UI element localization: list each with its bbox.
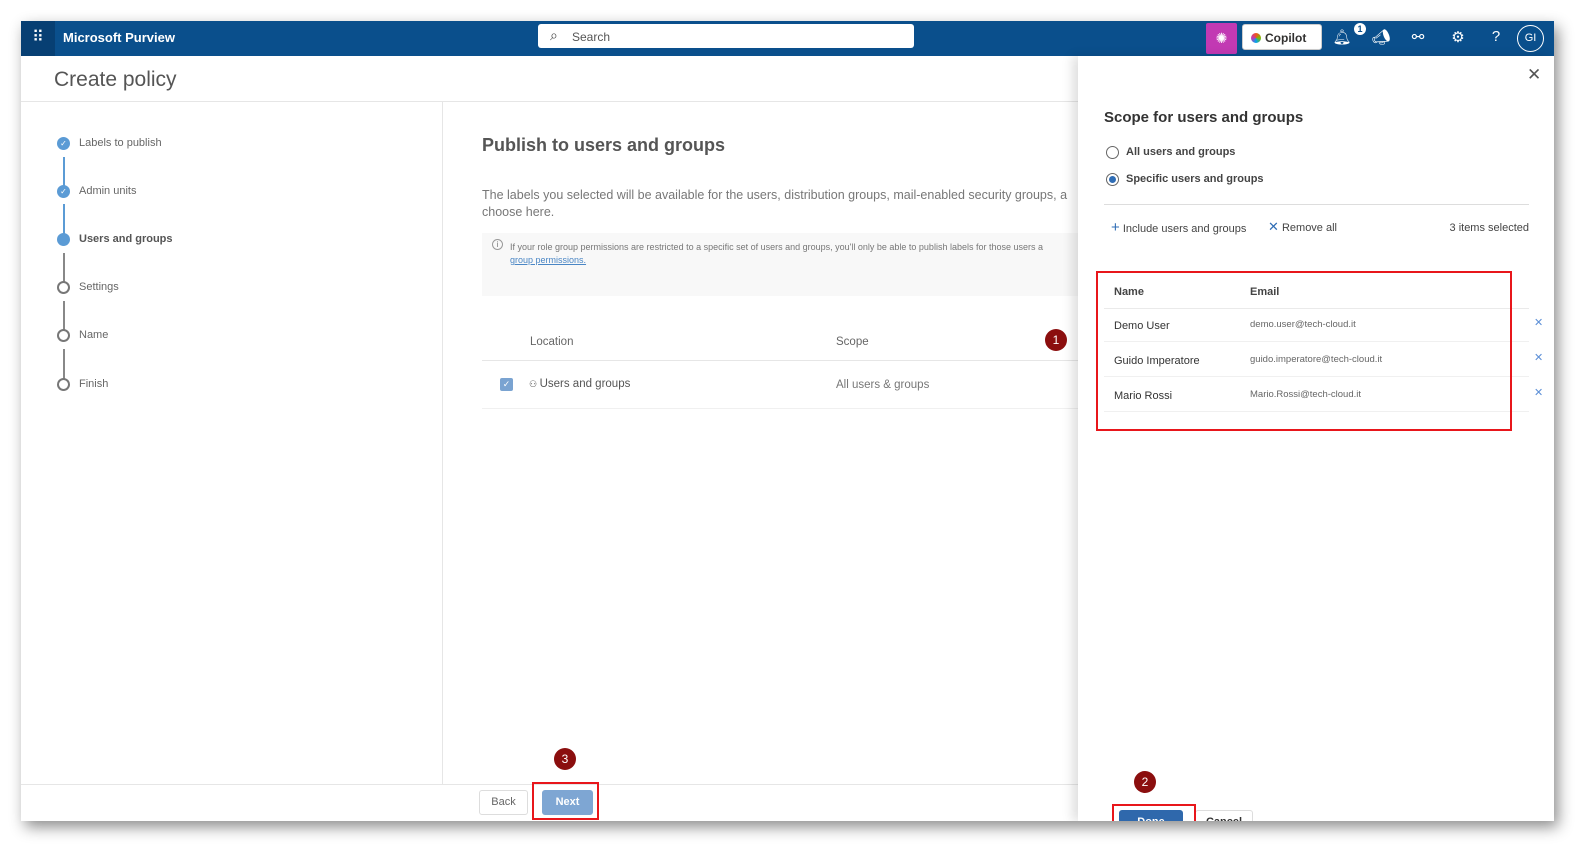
- close-icon[interactable]: ✕: [1527, 65, 1541, 85]
- info-text: If your role group permissions are restr…: [510, 242, 1043, 252]
- check-icon: ✓: [57, 185, 70, 198]
- gear-icon[interactable]: ⚙: [1446, 28, 1470, 46]
- step-label: Name: [79, 329, 109, 341]
- circle-icon: [57, 329, 70, 342]
- location-name: Users and groups: [539, 378, 631, 390]
- annotation-number: 2: [1134, 771, 1156, 793]
- step-label: Labels to publish: [79, 137, 162, 149]
- desc-line: choose here.: [482, 205, 555, 219]
- current-step-icon: [57, 233, 70, 246]
- copilot-button[interactable]: Copilot: [1242, 24, 1322, 50]
- app-window: ⠿ Microsoft Purview ⌕ Search ✺ Copilot 🔔︎…: [21, 21, 1554, 821]
- remove-all-label: Remove all: [1281, 222, 1337, 234]
- megaphone-icon[interactable]: 📣︎: [1369, 28, 1393, 46]
- notification-badge: 1: [1354, 23, 1366, 35]
- info-banner: i If your role group permissions are rest…: [482, 233, 1082, 296]
- close-icon: ✕: [1268, 219, 1279, 234]
- location-scope: All users & groups: [836, 379, 930, 391]
- desc-line: The labels you selected will be availabl…: [482, 188, 1068, 202]
- security-copilot-button[interactable]: ✺: [1206, 23, 1237, 54]
- copilot-label: Copilot: [1265, 31, 1307, 45]
- section-description: The labels you selected will be availabl…: [482, 187, 1102, 221]
- circle-icon: [57, 378, 70, 391]
- cancel-button[interactable]: Cancel: [1195, 810, 1253, 821]
- step-label: Admin units: [79, 185, 137, 197]
- remove-user-icon[interactable]: ✕: [1534, 351, 1543, 364]
- search-placeholder: Search: [572, 30, 611, 44]
- info-icon: i: [492, 239, 503, 250]
- selected-count: 3 items selected: [1449, 222, 1529, 234]
- annotation-box: [532, 782, 599, 820]
- divider: [21, 101, 1078, 102]
- remove-user-icon[interactable]: ✕: [1534, 386, 1543, 399]
- page-title: Create policy: [54, 68, 177, 91]
- radio-label: All users and groups: [1126, 146, 1236, 158]
- avatar[interactable]: GI: [1517, 25, 1544, 52]
- step-label: Users and groups: [79, 233, 173, 245]
- column-header-location[interactable]: Location: [530, 336, 573, 348]
- connections-icon[interactable]: ⚯: [1406, 28, 1430, 46]
- divider: [442, 102, 443, 785]
- location-checkbox[interactable]: ✓: [500, 378, 513, 391]
- top-bar: ⠿ Microsoft Purview ⌕ Search ✺ Copilot 🔔︎…: [21, 21, 1554, 56]
- help-icon[interactable]: ?: [1484, 28, 1508, 45]
- annotation-box: [1112, 804, 1196, 821]
- divider: [482, 408, 1078, 409]
- include-label: Include users and groups: [1122, 223, 1247, 235]
- location-row: ⚇ Users and groups: [529, 378, 630, 390]
- annotation-box: [1096, 271, 1512, 431]
- remove-user-icon[interactable]: ✕: [1534, 316, 1543, 329]
- remove-all-button[interactable]: ✕ Remove all: [1268, 219, 1337, 235]
- section-heading: Publish to users and groups: [482, 135, 726, 155]
- bell-icon[interactable]: 🔔︎: [1330, 28, 1354, 46]
- search-input[interactable]: ⌕ Search: [538, 24, 914, 48]
- app-title[interactable]: Microsoft Purview: [63, 30, 175, 45]
- annotation-number: 3: [554, 748, 576, 770]
- column-header-scope[interactable]: Scope: [836, 336, 869, 348]
- check-icon: ✓: [57, 137, 70, 150]
- radio-icon: [1106, 146, 1119, 159]
- divider: [482, 360, 1078, 361]
- copilot-logo-icon: [1251, 33, 1261, 43]
- app-launcher-icon[interactable]: ⠿: [21, 21, 55, 56]
- users-groups-icon: ⚇: [529, 379, 540, 389]
- panel-title: Scope for users and groups: [1104, 109, 1304, 126]
- step-label: Settings: [79, 281, 119, 293]
- scope-side-panel: ✕ Scope for users and groups All users a…: [1078, 56, 1554, 821]
- plus-icon: +: [1111, 219, 1120, 236]
- circle-icon: [57, 281, 70, 294]
- include-users-button[interactable]: + Include users and groups: [1111, 219, 1246, 236]
- search-icon: ⌕: [550, 27, 558, 43]
- annotation-number: 1: [1045, 329, 1067, 351]
- step-label: Finish: [79, 378, 109, 390]
- back-button[interactable]: Back: [479, 790, 528, 815]
- divider: [1104, 204, 1529, 205]
- group-permissions-link[interactable]: group permissions.: [510, 255, 586, 265]
- radio-selected-icon: [1106, 173, 1119, 186]
- radio-label: Specific users and groups: [1126, 173, 1264, 185]
